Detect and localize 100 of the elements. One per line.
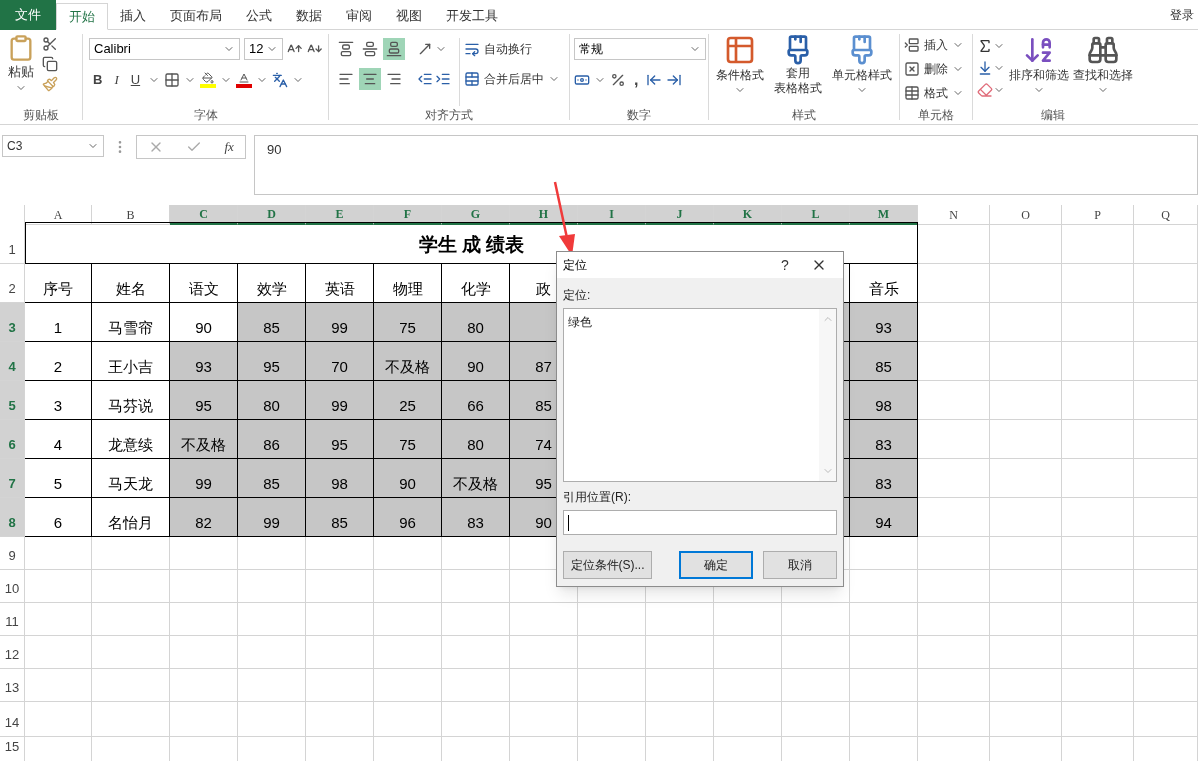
goto-listbox[interactable]: 绿色 (563, 308, 837, 482)
empty-cell (714, 669, 782, 702)
phonetic-icon[interactable] (272, 72, 289, 88)
find-select-button[interactable]: 查找和选择 (1073, 34, 1133, 106)
percent-icon[interactable] (610, 72, 626, 88)
empty-cell (306, 702, 374, 737)
row-header[interactable]: 12 (0, 636, 25, 669)
row-header[interactable]: 8 (0, 498, 25, 537)
underline-button[interactable]: U (126, 68, 145, 92)
special-button[interactable]: 定位条件(S)... (563, 551, 652, 579)
row-header[interactable]: 14 (0, 702, 25, 737)
align-button[interactable] (383, 38, 405, 60)
indent-increase-icon[interactable] (435, 71, 451, 87)
delete-button[interactable]: 删除 (904, 58, 968, 80)
indent-decrease-icon[interactable] (417, 71, 433, 87)
font-color-icon[interactable] (236, 72, 253, 88)
ribbon-tab[interactable]: 页面布局 (158, 2, 234, 29)
align-icon (362, 41, 378, 57)
table-cell: 马雪帘 (92, 303, 170, 342)
row-header[interactable]: 2 (0, 264, 25, 303)
ribbon-tab[interactable]: 插入 (108, 2, 158, 29)
bold-button[interactable]: B (89, 68, 107, 92)
sign-in-link[interactable]: 登录 (1170, 5, 1198, 24)
conditional-format-button[interactable]: 条件格式 (713, 34, 767, 106)
row-header[interactable]: 4 (0, 342, 25, 381)
row-header[interactable]: 11 (0, 603, 25, 636)
column-header[interactable]: A (25, 205, 92, 225)
help-button[interactable]: ? (769, 254, 801, 276)
column-header[interactable]: F (374, 205, 442, 225)
binoculars-icon (1087, 34, 1119, 66)
font-name-field[interactable]: Calibri (89, 38, 241, 60)
row-header[interactable]: 10 (0, 570, 25, 603)
column-header[interactable]: D (238, 205, 306, 225)
row-header[interactable]: 1 (0, 222, 25, 264)
number-format-field[interactable]: 常规 (574, 38, 706, 60)
ribbon-tab[interactable]: 公式 (234, 2, 284, 29)
column-header[interactable]: O (990, 205, 1062, 225)
column-header[interactable]: C (170, 205, 238, 225)
empty-cell (850, 636, 918, 669)
reference-field[interactable] (563, 510, 837, 535)
cells-icon (904, 85, 920, 101)
list-item[interactable]: 绿色 (568, 313, 592, 331)
ribbon-tab[interactable]: 视图 (384, 2, 434, 29)
row-header[interactable]: 13 (0, 669, 25, 702)
font-size-field[interactable]: 12 (244, 38, 284, 60)
sort-filter-button[interactable]: 排序和筛选 (1009, 34, 1069, 106)
sigma-icon[interactable] (977, 38, 993, 54)
arrow-right-icon[interactable] (666, 72, 683, 88)
column-header[interactable]: K (714, 205, 782, 225)
comma-style-button[interactable]: , (630, 68, 643, 92)
insert-function-button[interactable]: fx (224, 137, 234, 157)
ribbon-tab[interactable]: 开发工具 (434, 2, 510, 29)
ribbon-tab[interactable]: 文件 (0, 0, 56, 30)
table-cell: 王小吉 (92, 342, 170, 381)
table-cell: 95 (238, 342, 306, 381)
borders-icon[interactable] (164, 72, 181, 88)
column-header[interactable]: N (918, 205, 990, 225)
row-header[interactable]: 9 (0, 537, 25, 570)
format-button[interactable]: 格式 (904, 82, 968, 104)
cancel-button[interactable]: 取消 (763, 551, 837, 579)
name-box[interactable]: C3 (2, 135, 104, 157)
copy-icon[interactable] (42, 56, 58, 72)
row-header[interactable]: 5 (0, 381, 25, 420)
arrow-left-icon[interactable] (646, 72, 663, 88)
column-header[interactable]: E (306, 205, 374, 225)
insert-button[interactable]: 插入 (904, 34, 968, 56)
column-header[interactable]: M (850, 205, 918, 225)
column-header[interactable]: Q (1134, 205, 1198, 225)
align-icon (362, 71, 378, 87)
empty-cell (918, 636, 990, 669)
ribbon-tab[interactable]: 审阅 (334, 2, 384, 29)
column-header[interactable]: L (782, 205, 850, 225)
column-header[interactable]: P (1062, 205, 1134, 225)
fill-down-icon[interactable] (977, 60, 993, 76)
scissors-icon[interactable] (42, 36, 58, 52)
table-cell: 75 (374, 303, 442, 342)
wrap-text-button[interactable]: 自动换行 (464, 38, 560, 60)
row-header[interactable]: 6 (0, 420, 25, 459)
formula-field[interactable]: 90 (254, 135, 1198, 195)
column-header[interactable]: B (92, 205, 170, 225)
column-header[interactable]: I (578, 205, 646, 225)
column-header[interactable]: H (510, 205, 578, 225)
orientation-icon[interactable] (417, 41, 433, 57)
empty-cell (646, 603, 714, 636)
ribbon-tab[interactable]: 数据 (284, 2, 334, 29)
fill-color-icon[interactable] (200, 72, 217, 88)
column-header[interactable]: J (646, 205, 714, 225)
format-as-table-button[interactable]: 套用 表格格式 (770, 34, 826, 106)
column-header[interactable]: G (442, 205, 510, 225)
currency-icon[interactable] (574, 72, 590, 88)
row-header[interactable]: 7 (0, 459, 25, 498)
align-button[interactable] (359, 68, 381, 90)
cell-styles-button[interactable]: 单元格样式 (830, 34, 895, 106)
italic-button[interactable]: I (110, 68, 123, 92)
row-header[interactable]: 3 (0, 303, 25, 342)
merge-center-button[interactable]: 合并后居中 (464, 68, 560, 90)
ribbon-tab[interactable]: 开始 (56, 3, 108, 30)
ok-button[interactable]: 确定 (679, 551, 753, 579)
eraser-icon[interactable] (977, 82, 993, 98)
paste-button[interactable]: 粘贴 (4, 34, 38, 106)
